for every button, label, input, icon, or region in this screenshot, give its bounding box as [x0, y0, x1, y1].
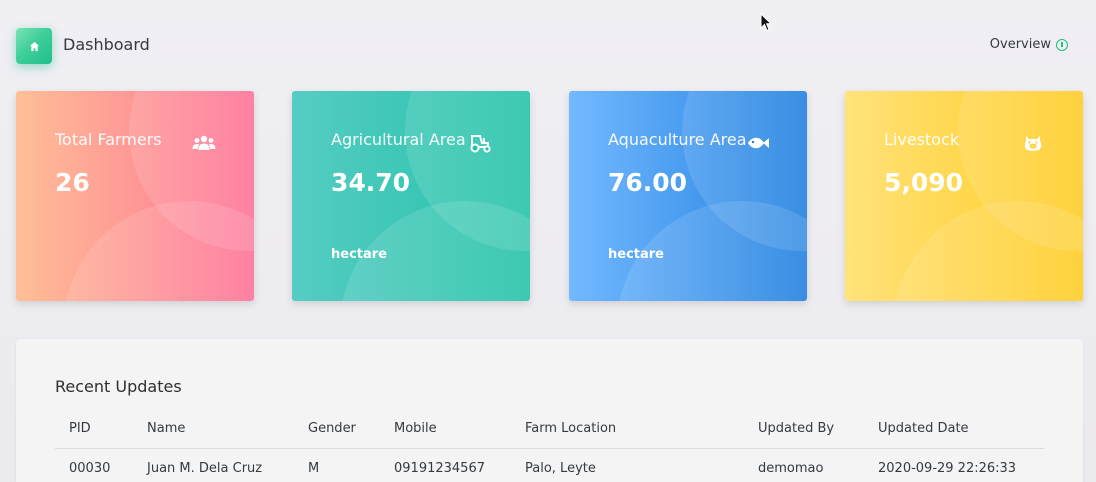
column-header-mobile: Mobile	[380, 415, 511, 449]
cell-gender: M	[308, 461, 320, 476]
tractor-icon	[469, 132, 493, 154]
card-label: Livestock	[884, 130, 960, 149]
card-unit: hectare	[331, 247, 387, 262]
overview-label: Overview	[989, 37, 1051, 52]
card-value: 5,090	[884, 168, 964, 197]
cell-pid: 00030	[69, 461, 111, 476]
overview-link[interactable]: Overview	[990, 37, 1068, 52]
column-header-pid: PID	[55, 415, 133, 449]
card-label: Aquaculture Area	[608, 130, 747, 149]
page-title: Dashboard	[63, 35, 150, 54]
stat-card-total-farmers: Total Farmers 26	[16, 91, 254, 301]
column-header-updated-by: Updated By	[744, 415, 864, 449]
mouse-cursor-icon	[760, 13, 772, 32]
users-icon	[192, 132, 216, 154]
card-value: 34.70	[331, 168, 411, 197]
stat-card-agricultural-area: Agricultural Area 34.70 hectare	[292, 91, 530, 301]
pig-icon	[1021, 132, 1045, 154]
card-label: Agricultural Area	[331, 130, 466, 149]
cell-farm-location: Palo, Leyte	[525, 461, 596, 476]
cell-mobile: 09191234567	[394, 461, 485, 476]
card-label: Total Farmers	[55, 130, 162, 149]
column-header-gender: Gender	[294, 415, 380, 449]
card-unit: hectare	[608, 247, 664, 262]
home-glyph	[29, 41, 39, 51]
card-value: 76.00	[608, 168, 688, 197]
page-header: Dashboard Overview	[16, 28, 1068, 64]
table-header-row: PID Name Gender Mobile Farm Location Upd…	[55, 415, 1044, 449]
panel-title: Recent Updates	[55, 377, 182, 396]
cell-name: Juan M. Dela Cruz	[147, 461, 263, 476]
info-circle-icon	[1056, 38, 1068, 51]
recent-updates-panel: Recent Updates PID Name Gender Mobile Fa…	[16, 339, 1083, 482]
cell-updated-date: 2020-09-29 22:26:33	[878, 461, 1017, 476]
stat-card-livestock: Livestock 5,090	[845, 91, 1083, 301]
recent-updates-table: PID Name Gender Mobile Farm Location Upd…	[55, 415, 1044, 482]
home-icon[interactable]	[16, 28, 52, 64]
fish-icon	[746, 132, 770, 154]
column-header-farm-location: Farm Location	[511, 415, 744, 449]
card-value: 26	[55, 168, 90, 197]
column-header-updated-date: Updated Date	[864, 415, 1044, 449]
column-header-name: Name	[133, 415, 294, 449]
table-row[interactable]: 00030 Juan M. Dela Cruz M 09191234567 Pa…	[55, 449, 1044, 482]
stat-card-aquaculture-area: Aquaculture Area 76.00 hectare	[569, 91, 807, 301]
cell-updated-by: demomao	[758, 461, 824, 476]
